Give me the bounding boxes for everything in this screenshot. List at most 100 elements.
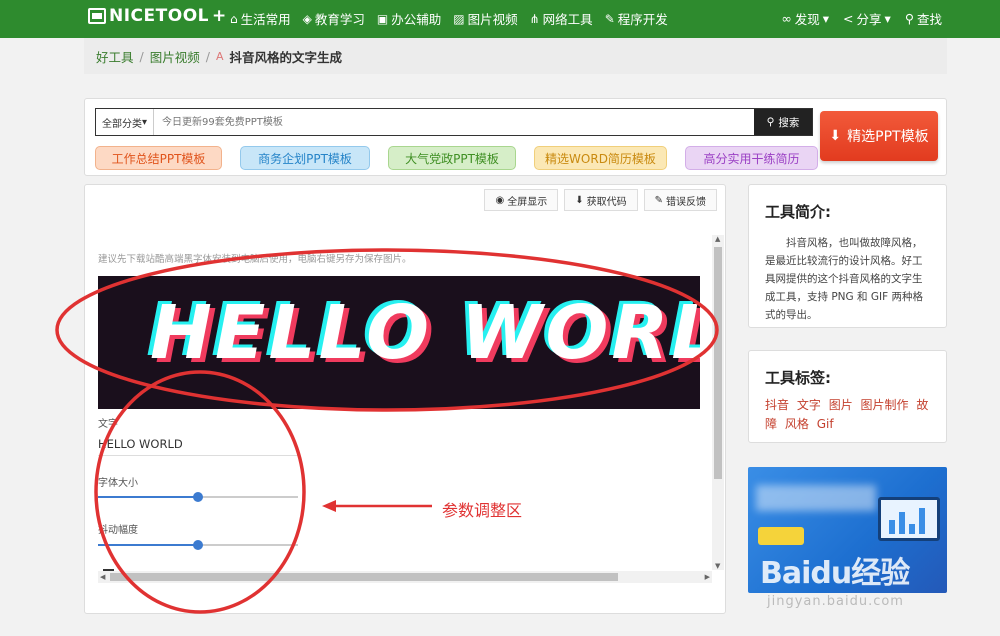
edit-icon: ✎ bbox=[654, 194, 663, 206]
nav-item-label: 程序开发 bbox=[617, 12, 668, 27]
nav-discover[interactable]: ∞ 发现 ▾ bbox=[781, 9, 829, 28]
scroll-left-icon[interactable]: ◀ bbox=[100, 573, 105, 581]
glitch-text-canvas[interactable]: HELLO WORLD bbox=[98, 276, 700, 409]
template-tag[interactable]: 商务企划PPT模板 bbox=[240, 146, 370, 170]
slider-thumb[interactable] bbox=[193, 492, 203, 502]
shake-amplitude-label: 抖动幅度 bbox=[98, 525, 138, 536]
nav-item-label: 发现 bbox=[794, 12, 820, 27]
tool-icon: A bbox=[215, 49, 224, 63]
top-navbar: NICETOOL + ⌂ 生活常用 ◈ 教育学习 ▣ 办公辅助 ▨ 图片视频 ⋔ 网络工具 … bbox=[0, 0, 1000, 38]
vertical-scroll-thumb[interactable] bbox=[714, 247, 722, 479]
logo-icon bbox=[88, 8, 106, 24]
search-button[interactable]: ⚲ 搜索 bbox=[754, 109, 812, 135]
baidu-watermark: Baidu经验 bbox=[760, 556, 910, 591]
nav-item-dev[interactable]: ✎ 程序开发 bbox=[605, 9, 668, 28]
slider-thumb[interactable] bbox=[193, 540, 203, 550]
scroll-down-icon[interactable]: ▼ bbox=[715, 562, 720, 570]
font-size-label: 字体大小 bbox=[98, 478, 138, 489]
nav-item-label: 图片视频 bbox=[467, 12, 518, 27]
template-tag[interactable]: 大气党政PPT模板 bbox=[388, 146, 516, 170]
watermark-url: jingyan.baidu.com bbox=[767, 594, 904, 609]
tool-intro-card: 工具简介: 抖音风格，也叫做故障风格，是最近比较流行的设计风格。好工具网提供的这… bbox=[748, 184, 947, 328]
horizontal-scroll-thumb[interactable] bbox=[110, 573, 618, 581]
breadcrumb: 好工具 / 图片视频 / A 抖音风格的文字生成 bbox=[84, 38, 947, 74]
tag-link[interactable]: 文字 bbox=[797, 398, 821, 412]
annotation-label: 参数调整区 bbox=[442, 501, 523, 520]
tag-link[interactable]: Gif bbox=[817, 417, 834, 431]
nav-item-label: 查找 bbox=[916, 12, 942, 27]
feedback-button[interactable]: ✎ 错误反馈 bbox=[643, 189, 717, 211]
site-logo[interactable]: NICETOOL + bbox=[88, 6, 227, 26]
fullscreen-label: 全屏显示 bbox=[507, 196, 548, 208]
graduation-icon: ◈ bbox=[302, 11, 312, 26]
logo-text: NICETOOL bbox=[109, 6, 209, 26]
breadcrumb-separator: / bbox=[205, 48, 210, 64]
share-icon: < bbox=[843, 11, 854, 26]
network-icon: ⋔ bbox=[529, 11, 540, 26]
logo-plus-icon: + bbox=[211, 6, 227, 26]
get-code-button[interactable]: ⬇ 获取代码 bbox=[564, 189, 638, 211]
scroll-right-icon[interactable]: ▶ bbox=[705, 573, 710, 581]
template-tag[interactable]: 高分实用干练简历 bbox=[685, 146, 818, 170]
tag-links: 抖音 文字 图片 图片制作 故障 风格 Gif bbox=[765, 396, 930, 434]
scroll-up-icon[interactable]: ▲ bbox=[715, 235, 720, 243]
ad-blurred-text bbox=[756, 485, 876, 511]
ad-bar bbox=[909, 524, 915, 534]
search-input[interactable] bbox=[154, 109, 754, 135]
ad-highlight bbox=[758, 527, 804, 545]
template-tag-row: 工作总结PPT模板 商务企划PPT模板 大气党政PPT模板 精选WORD简历模板… bbox=[95, 146, 818, 170]
nav-item-network[interactable]: ⋔ 网络工具 bbox=[530, 9, 593, 28]
search-bar: 全部分类▾ ⚲搜索 bbox=[95, 108, 813, 136]
main-nav: ⌂ 生活常用 ◈ 教育学习 ▣ 办公辅助 ▨ 图片视频 ⋔ 网络工具 ✎ 程序开发 bbox=[230, 9, 668, 28]
tool-panel: ◉ 全屏显示 ⬇ 获取代码 ✎ 错误反馈 建议先下载站酷高端黑字体安装到电脑后使用，电… bbox=[84, 184, 726, 614]
briefcase-icon: ▣ bbox=[376, 11, 389, 26]
home-icon: ⌂ bbox=[230, 11, 238, 26]
get-code-label: 获取代码 bbox=[586, 196, 627, 208]
tag-link[interactable]: 抖音 bbox=[765, 398, 789, 412]
download-icon: ⬇ bbox=[575, 194, 584, 206]
caret-down-icon: ▾ bbox=[884, 11, 891, 26]
search-icon: ⚲ bbox=[766, 116, 775, 128]
tag-link[interactable]: 图片 bbox=[829, 398, 853, 412]
font-size-slider[interactable] bbox=[98, 492, 298, 502]
caret-down-icon: ▾ bbox=[141, 116, 148, 128]
search-category-label: 全部分类 bbox=[101, 118, 142, 130]
caret-down-icon: ▾ bbox=[822, 11, 830, 26]
intro-title: 工具简介: bbox=[765, 203, 831, 221]
breadcrumb-home[interactable]: 好工具 bbox=[96, 47, 134, 66]
nav-item-label: 办公辅助 bbox=[391, 12, 442, 27]
shake-amplitude-slider[interactable] bbox=[98, 540, 298, 550]
ad-bar bbox=[889, 520, 895, 534]
tag-link[interactable]: 风格 bbox=[785, 417, 809, 431]
vertical-scrollbar[interactable]: ▲ ▼ bbox=[712, 235, 724, 570]
nav-item-label: 网络工具 bbox=[542, 12, 593, 27]
breadcrumb-category[interactable]: 图片视频 bbox=[150, 47, 200, 66]
template-tag[interactable]: 工作总结PPT模板 bbox=[95, 146, 222, 170]
tool-toolbar: ◉ 全屏显示 ⬇ 获取代码 ✎ 错误反馈 bbox=[484, 189, 717, 211]
feedback-label: 错误反馈 bbox=[666, 196, 706, 208]
search-category-select[interactable]: 全部分类 ▾ bbox=[96, 109, 154, 135]
glasses-icon: ∞ bbox=[781, 11, 792, 26]
nav-item-label: 教育学习 bbox=[314, 12, 365, 27]
nav-search[interactable]: ⚲ 查找 bbox=[905, 9, 942, 28]
fullscreen-button[interactable]: ◉ 全屏显示 bbox=[484, 189, 559, 211]
wrench-icon: ✎ bbox=[604, 11, 615, 26]
template-tag[interactable]: 精选WORD简历模板 bbox=[534, 146, 667, 170]
tags-title: 工具标签: bbox=[765, 369, 831, 387]
featured-ppt-button[interactable]: ⬇ 精选PPT模板 bbox=[820, 111, 938, 161]
nav-share[interactable]: < 分享 ▾ bbox=[843, 9, 891, 28]
ad-monitor-illustration bbox=[878, 497, 940, 541]
text-field[interactable]: HELLO WORLD bbox=[98, 437, 183, 451]
search-panel: 全部分类▾ ⚲搜索 ⬇ 精选PPT模板 工作总结PPT模板 商务企划PPT模板 … bbox=[84, 98, 947, 176]
search-button-label: 搜索 bbox=[778, 116, 800, 129]
featured-ppt-label: 精选PPT模板 bbox=[847, 129, 929, 145]
slider-fill bbox=[98, 496, 198, 498]
nav-item-media[interactable]: ▨ 图片视频 bbox=[453, 9, 517, 28]
nav-item-office[interactable]: ▣ 办公辅助 bbox=[377, 9, 441, 28]
nav-item-education[interactable]: ◈ 教育学习 bbox=[303, 9, 365, 28]
nav-item-life[interactable]: ⌂ 生活常用 bbox=[230, 9, 291, 28]
usage-hint: 建议先下载站酷高端黑字体安装到电脑后使用，电脑右键另存为保存图片。 bbox=[98, 254, 412, 265]
slider-fill bbox=[98, 544, 198, 546]
horizontal-scrollbar[interactable]: ◀ ▶ bbox=[98, 571, 712, 583]
tag-link[interactable]: 图片制作 bbox=[861, 398, 909, 412]
